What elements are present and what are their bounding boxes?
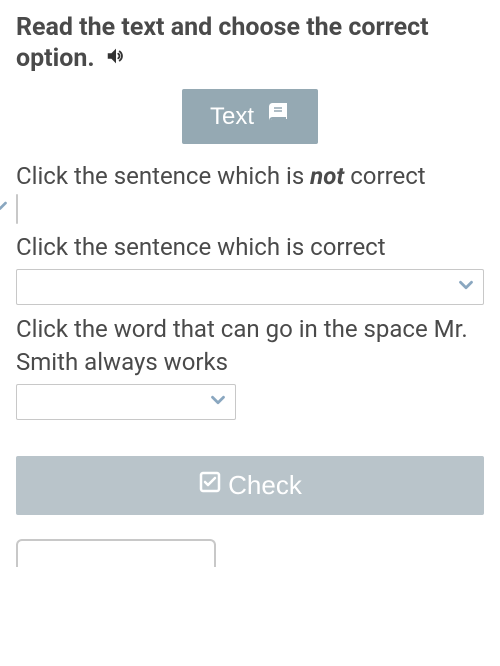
- partial-box: [16, 539, 216, 567]
- q2-text: Click the sentence which is correct: [16, 233, 386, 261]
- audio-icon[interactable]: [105, 44, 127, 75]
- book-icon: [266, 101, 290, 132]
- text-button-label: Text: [210, 103, 254, 131]
- text-button[interactable]: Text: [182, 89, 318, 144]
- check-icon: [198, 470, 222, 501]
- instruction-heading: Read the text and choose the correct opt…: [16, 12, 484, 75]
- q1-em: not: [310, 162, 344, 190]
- question-2: Click the sentence which is correct: [16, 231, 484, 263]
- dropdown-3[interactable]: [16, 384, 236, 420]
- check-button-label: Check: [228, 470, 302, 501]
- question-3: Click the word that can go in the space …: [16, 313, 484, 378]
- q1-text-post: correct: [344, 162, 425, 190]
- dropdown-2[interactable]: [16, 269, 484, 305]
- chevron-down-icon: [207, 389, 229, 415]
- chevron-down-icon: [455, 274, 477, 300]
- q3-text: Click the word that can go in the space …: [16, 315, 468, 375]
- question-1: Click the sentence which is not correct: [16, 160, 484, 225]
- q1-text-pre: Click the sentence which is: [16, 162, 310, 190]
- check-button[interactable]: Check: [16, 456, 484, 515]
- chevron-down-icon: [0, 192, 11, 224]
- instruction-text: Read the text and choose the correct opt…: [16, 13, 429, 73]
- dropdown-1[interactable]: [16, 193, 316, 225]
